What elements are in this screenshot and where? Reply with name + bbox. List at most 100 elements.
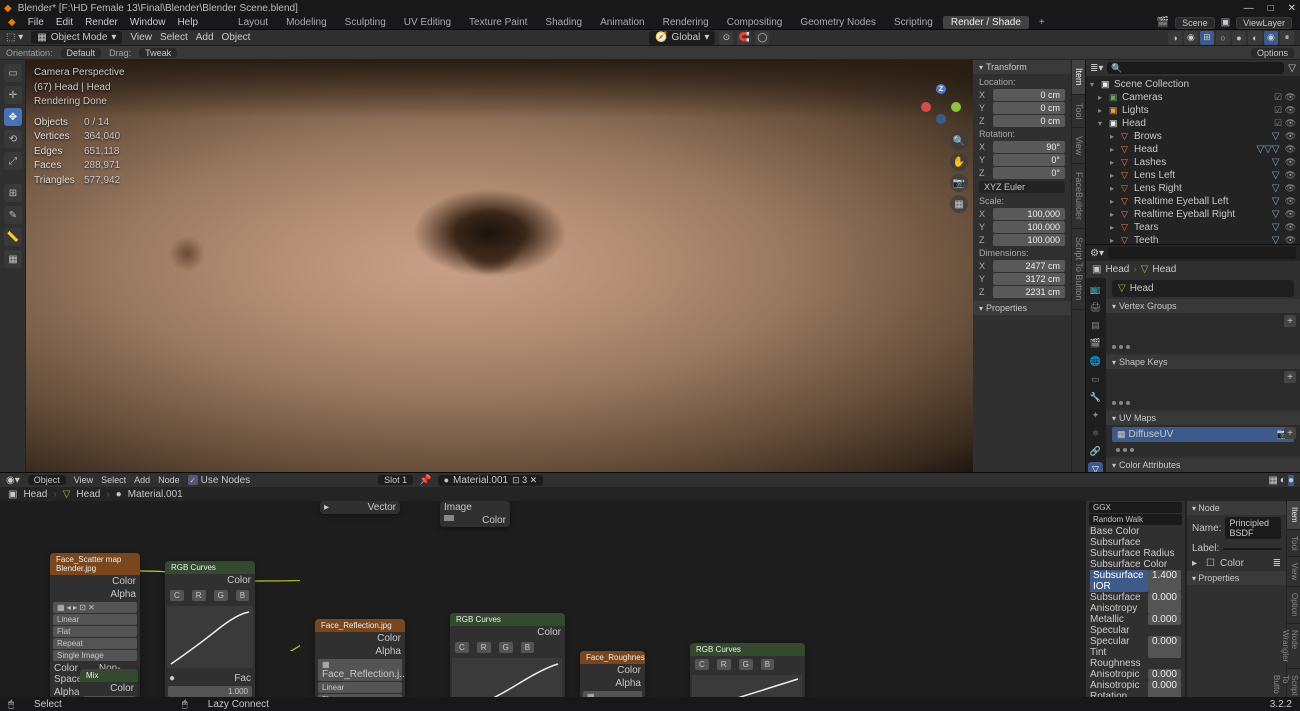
ptab-object[interactable]: ▭	[1088, 372, 1103, 387]
nevt-tool[interactable]: Tool	[1287, 530, 1300, 558]
node-props-header[interactable]: Properties	[1187, 571, 1286, 585]
object-menu[interactable]: Object	[222, 32, 251, 43]
bsdf-param[interactable]: Subsurface IOR1.400	[1086, 570, 1185, 592]
obj-head[interactable]: Head	[1134, 144, 1253, 155]
loc-y[interactable]: 0 cm	[993, 102, 1065, 114]
orientation-dropdown[interactable]: 🧭 Global ▾	[649, 31, 715, 45]
bsdf-param[interactable]: Subsurface Anisotropy0.000	[1086, 592, 1185, 614]
ne-view[interactable]: View	[74, 475, 93, 485]
gizmo-toggle[interactable]: ◑	[1168, 31, 1182, 45]
tool-addcube[interactable]: ▦	[4, 250, 22, 268]
bsdf-param[interactable]: Metallic0.000	[1086, 614, 1185, 625]
minimize-button[interactable]: —	[1244, 3, 1254, 14]
ptab-render[interactable]: 📺	[1088, 282, 1103, 297]
pivot-button[interactable]: ⊙	[719, 31, 733, 45]
orient-value[interactable]: Default	[61, 48, 102, 58]
node-canvas[interactable]: ▸Vector Image Color Face_Scatter map Ble…	[0, 501, 1086, 697]
tab-rendering[interactable]: Rendering	[655, 16, 717, 29]
uvmaps-header[interactable]: UV Maps	[1106, 411, 1300, 425]
tool-annotate[interactable]: ✎	[4, 206, 22, 224]
viewlayer-selector[interactable]: ViewLayer	[1236, 17, 1292, 29]
coll-head[interactable]: Head	[1122, 118, 1269, 129]
tab-layout[interactable]: Layout	[230, 16, 276, 29]
coll-lights[interactable]: Lights	[1122, 105, 1269, 116]
material-selector[interactable]: ● Material.001 ⊡ 3 ✕	[438, 475, 544, 486]
menu-edit[interactable]: Edit	[56, 17, 73, 28]
axis-y[interactable]	[951, 102, 961, 112]
shape-keys-header[interactable]: Shape Keys	[1106, 355, 1300, 369]
persp-button[interactable]: ▦	[950, 195, 968, 213]
use-nodes-toggle[interactable]: ✓Use Nodes	[188, 475, 250, 486]
slot-selector[interactable]: Slot 1	[378, 475, 413, 485]
bsdf-param[interactable]: Subsurface	[1086, 537, 1185, 548]
editor-type-icon[interactable]: ⬚ ▾	[6, 32, 23, 43]
vtab-tool[interactable]: Tool	[1072, 95, 1085, 129]
pause-render[interactable]: ⏸	[1280, 31, 1294, 45]
tab-rendershade[interactable]: Render / Shade	[943, 16, 1029, 29]
add-vg[interactable]: +	[1284, 315, 1296, 327]
tool-measure[interactable]: 📏	[4, 228, 22, 246]
tool-select[interactable]: ▭	[4, 64, 22, 82]
vertex-groups-header[interactable]: Vertex Groups	[1106, 299, 1300, 313]
obj-brows[interactable]: Brows	[1134, 131, 1269, 142]
vtab-fb[interactable]: FaceBuilder	[1072, 164, 1085, 229]
pan-button[interactable]: ✋	[950, 153, 968, 171]
xray-toggle[interactable]: ⊞	[1200, 31, 1214, 45]
bsdf-param[interactable]: Roughness	[1086, 658, 1185, 669]
editor-type-button[interactable]: ◉▾	[6, 475, 20, 486]
ne-node[interactable]: Node	[158, 475, 180, 485]
tab-modeling[interactable]: Modeling	[278, 16, 335, 29]
ptab-viewlayer[interactable]: ▤	[1088, 318, 1103, 333]
ptab-modifier[interactable]: 🔧	[1088, 390, 1103, 405]
shader-type[interactable]: Object	[28, 475, 66, 485]
obj-eyeball-l[interactable]: Realtime Eyeball Left	[1134, 196, 1269, 207]
node-color-toggle[interactable]: Color	[1220, 558, 1244, 569]
bsdf-param[interactable]: Specular	[1086, 625, 1185, 636]
ne-add[interactable]: Add	[134, 475, 150, 485]
scene-selector[interactable]: Scene	[1175, 17, 1215, 29]
tool-transform[interactable]: ⊞	[4, 184, 22, 202]
nav-gizmo[interactable]: Z	[921, 84, 961, 124]
tab-shading[interactable]: Shading	[537, 16, 590, 29]
zoom-button[interactable]: 🔍	[950, 132, 968, 150]
vtab-view[interactable]: View	[1072, 128, 1085, 164]
tab-texturepaint[interactable]: Texture Paint	[461, 16, 535, 29]
dim-y[interactable]: 3172 cm	[993, 273, 1065, 285]
uvmap-item[interactable]: ▦ DiffuseUV📷	[1112, 427, 1294, 442]
tab-scripting[interactable]: Scripting	[886, 16, 941, 29]
node-name-input[interactable]: Principled BSDF	[1225, 517, 1281, 539]
tab-sculpting[interactable]: Sculpting	[337, 16, 394, 29]
node-uv-input[interactable]: ▸Vector	[320, 501, 400, 514]
rot-y[interactable]: 0°	[993, 154, 1065, 166]
tab-geonodes[interactable]: Geometry Nodes	[792, 16, 884, 29]
node-reflection-tex[interactable]: Face_Reflection.jpg Color Alpha ▦ Face_R…	[315, 619, 405, 697]
nevt-view[interactable]: View	[1287, 557, 1300, 587]
node-label-input[interactable]	[1223, 548, 1281, 550]
nevt-item[interactable]: Item	[1287, 501, 1300, 530]
view-menu[interactable]: View	[130, 32, 152, 43]
tab-animation[interactable]: Animation	[592, 16, 652, 29]
bsdf-param[interactable]: Base Color	[1086, 526, 1185, 537]
ne-icon3[interactable]: ●	[1288, 475, 1294, 486]
menu-help[interactable]: Help	[177, 17, 198, 28]
snap-button[interactable]: 🧲	[737, 31, 751, 45]
axis-x[interactable]	[921, 102, 931, 112]
nevt-nw[interactable]: Node Wrangler	[1287, 624, 1300, 669]
add-sk[interactable]: +	[1284, 371, 1296, 383]
ptab-scene[interactable]: 🎬	[1088, 336, 1103, 351]
rotmode-dropdown[interactable]: XYZ Euler	[979, 181, 1065, 193]
loc-z[interactable]: 0 cm	[993, 115, 1065, 127]
scene-collection[interactable]: Scene Collection	[1114, 79, 1296, 90]
coll-cameras[interactable]: Cameras	[1122, 92, 1269, 103]
ptab-world[interactable]: 🌐	[1088, 354, 1103, 369]
nevt-option[interactable]: Option	[1287, 587, 1300, 624]
loc-x[interactable]: 0 cm	[993, 89, 1065, 101]
mode-selector[interactable]: ▦ Object Mode ▾	[31, 31, 122, 44]
properties-panel-header[interactable]: Properties	[973, 301, 1071, 315]
add-menu[interactable]: Add	[196, 32, 214, 43]
obj-teeth[interactable]: Teeth	[1134, 235, 1269, 244]
axis-neg[interactable]	[936, 114, 946, 124]
tool-move[interactable]: ✥	[4, 108, 22, 126]
obj-lensleft[interactable]: Lens Left	[1134, 170, 1269, 181]
shading-wireframe[interactable]: ○	[1216, 31, 1230, 45]
